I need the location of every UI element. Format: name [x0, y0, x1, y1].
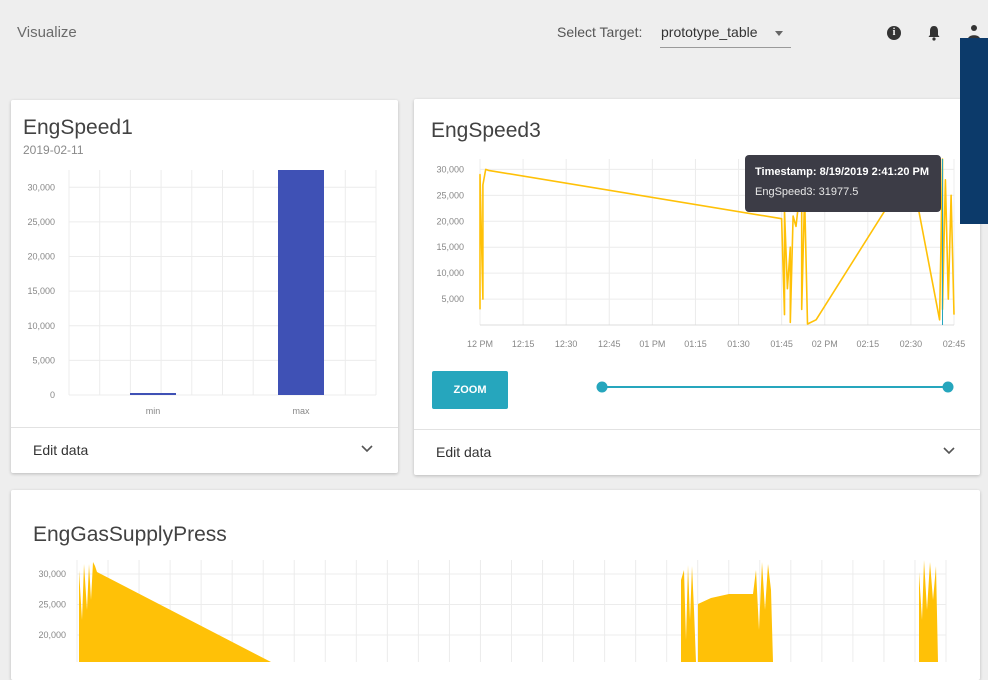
bar-min: [130, 393, 176, 395]
y-tick-label: 5,000: [441, 294, 464, 304]
y-tick-label: 30,000: [27, 182, 55, 192]
chart-tooltip: Timestamp: 8/19/2019 2:41:20 PM EngSpeed…: [745, 155, 941, 212]
x-tick-label: 02:15: [857, 339, 880, 349]
y-tick-label: 25,000: [27, 217, 55, 227]
x-tick-label: 02:45: [943, 339, 966, 349]
x-tick-label: 12 PM: [467, 339, 493, 349]
engspeed1-card: EngSpeed1 2019-02-11 30,000 25,000 20,000 1…: [11, 100, 398, 473]
tooltip-value: EngSpeed3: 31977.5: [755, 186, 859, 198]
edit-data-label: Edit data: [33, 442, 89, 458]
caret-down-icon: [775, 31, 783, 36]
chevron-down-icon: [361, 445, 373, 453]
slider-handle-start: [596, 381, 608, 393]
y-tick-label: 30,000: [38, 569, 66, 579]
range-slider[interactable]: [592, 377, 962, 397]
x-tick-label: 02 PM: [812, 339, 838, 349]
overlay-panel: [960, 38, 988, 224]
bell-icon[interactable]: [927, 25, 941, 41]
zoom-button[interactable]: ZOOM: [432, 371, 508, 409]
top-bar: Visualize Select Target: prototype_table…: [0, 0, 988, 66]
edit-data-label: Edit data: [436, 444, 492, 460]
y-tick-label: 15,000: [436, 242, 464, 252]
x-tick-label: max: [292, 406, 310, 416]
x-tick-label: 12:30: [555, 339, 578, 349]
y-tick-label: 30,000: [436, 164, 464, 174]
y-tick-label: 0: [50, 390, 55, 400]
target-select-value: prototype_table: [661, 24, 758, 40]
engspeed3-line-chart: 12 PM 12:15 12:30 12:45 01 PM 01:15 01:30 01:45…: [436, 158, 966, 349]
y-tick-label: 10,000: [436, 268, 464, 278]
enggas-card: EngGasSupplyPress 30,000 25,000 20,000: [11, 490, 980, 680]
x-tick-label: 01:30: [727, 339, 750, 349]
target-select[interactable]: prototype_table: [660, 18, 791, 48]
edit-data-toggle[interactable]: Edit data: [414, 429, 980, 475]
x-tick-label: 01:45: [770, 339, 793, 349]
edit-data-toggle[interactable]: Edit data: [11, 427, 398, 473]
y-tick-label: 20,000: [27, 252, 55, 262]
tooltip-timestamp: Timestamp: 8/19/2019 2:41:20 PM: [755, 166, 930, 178]
y-tick-label: 15,000: [27, 286, 55, 296]
enggas-area-chart: 30,000 25,000 20,000: [38, 560, 947, 662]
x-tick-label: 12:15: [512, 339, 535, 349]
y-tick-label: 25,000: [38, 600, 66, 610]
engspeed3-card: EngSpeed3 12 PM 12:15 12:30 12:45 01 PM 01:15…: [414, 99, 980, 475]
x-tick-label: min: [146, 406, 161, 416]
x-tick-label: 01 PM: [639, 339, 665, 349]
slider-handle-end: [942, 381, 954, 393]
select-target-label: Select Target:: [557, 24, 643, 40]
y-tick-label: 20,000: [38, 630, 66, 640]
x-tick-label: 12:45: [598, 339, 621, 349]
chevron-down-icon: [943, 447, 955, 455]
y-tick-label: 5,000: [32, 355, 55, 365]
area-segment: [681, 565, 696, 662]
x-tick-label: 02:30: [900, 339, 923, 349]
area-segment: [919, 560, 938, 662]
app-title: Visualize: [17, 24, 77, 41]
y-tick-label: 25,000: [436, 190, 464, 200]
y-tick-label: 10,000: [27, 321, 55, 331]
engspeed1-bar-chart: 30,000 25,000 20,000 15,000 10,000 5,000 0 min m…: [27, 170, 377, 416]
x-tick-label: 01:15: [684, 339, 707, 349]
y-tick-label: 20,000: [436, 216, 464, 226]
area-segment: [698, 562, 773, 662]
info-icon[interactable]: i: [887, 26, 901, 40]
bar-max: [278, 170, 324, 395]
